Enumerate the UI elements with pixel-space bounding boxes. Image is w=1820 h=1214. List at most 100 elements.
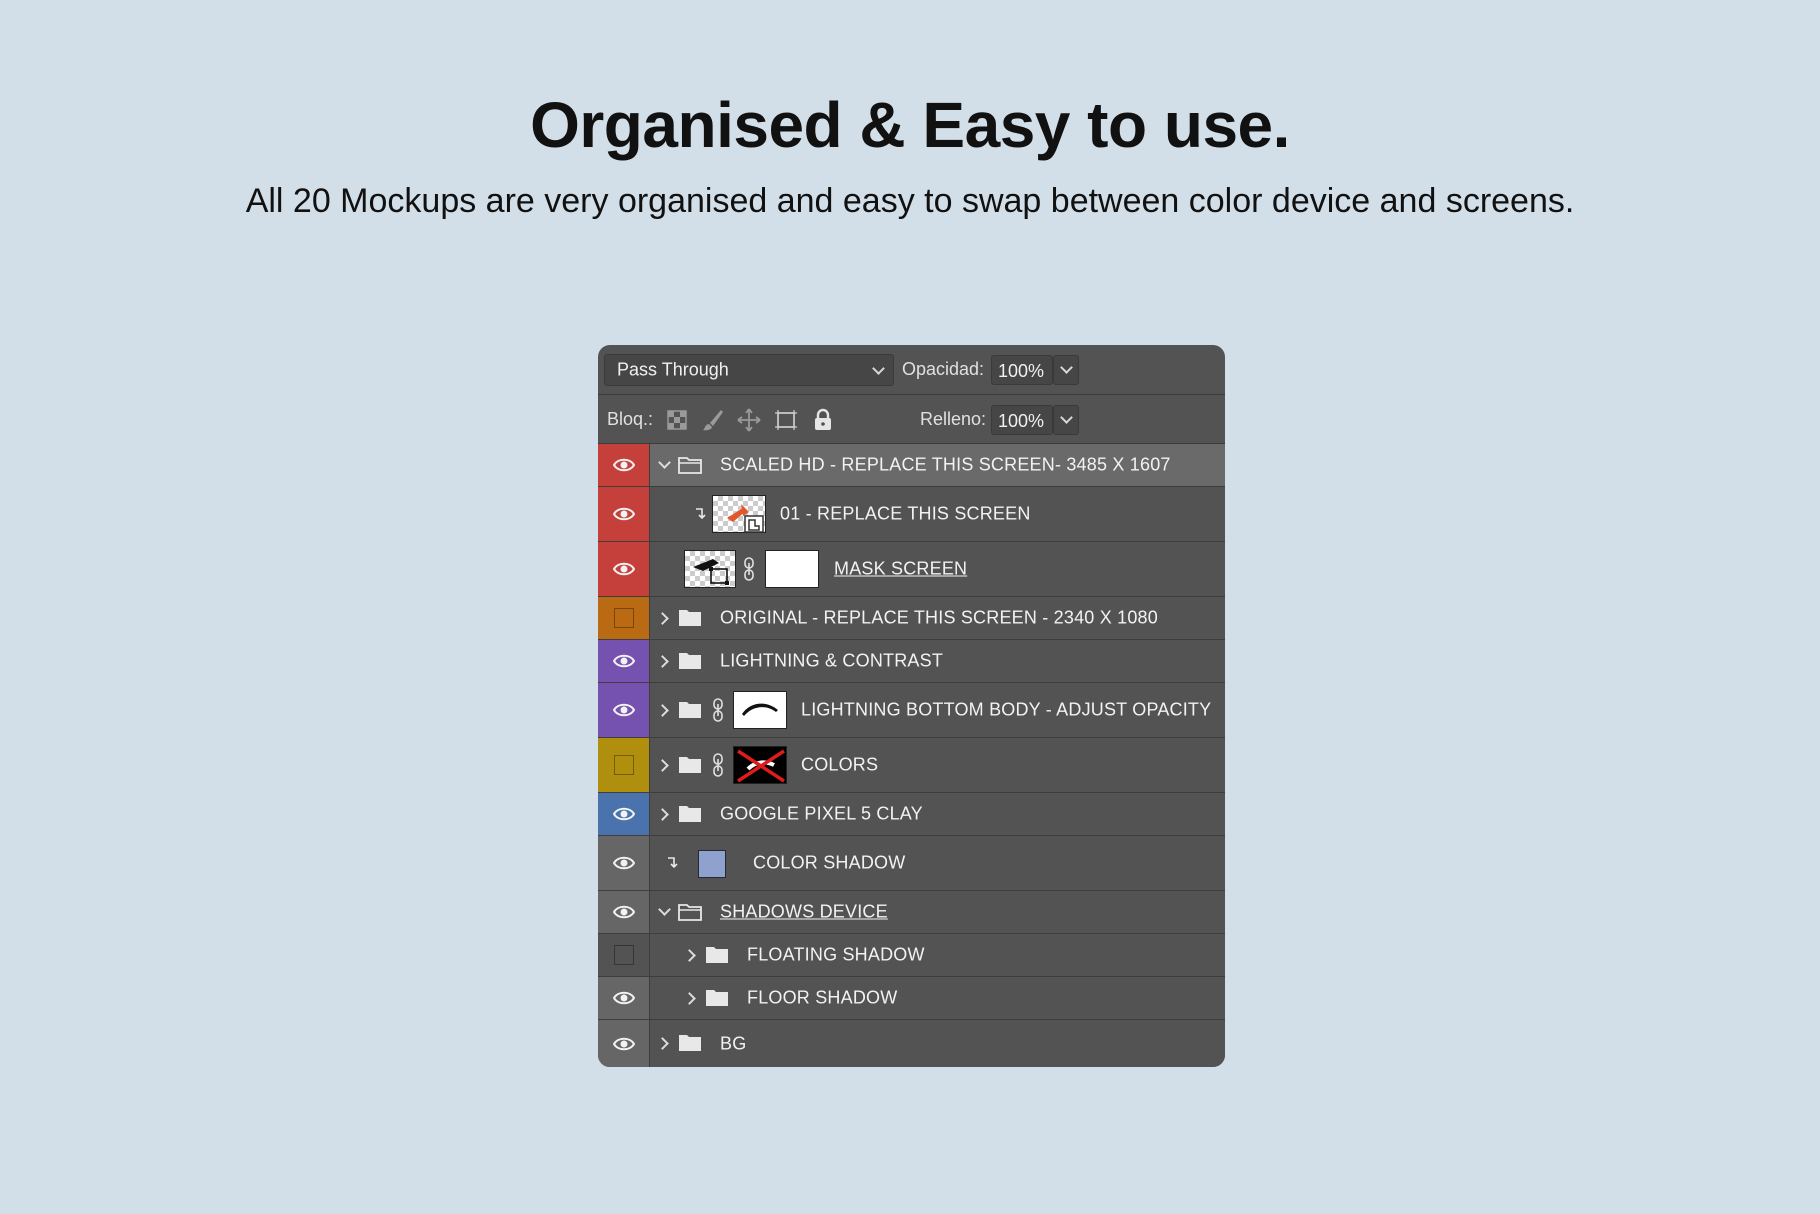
eye-icon[interactable] [613,904,635,920]
expand-toggle-icon[interactable] [658,903,671,916]
clipping-mask-icon [696,508,706,520]
hidden-visibility-box[interactable] [614,608,634,628]
expand-toggle-icon[interactable] [656,1037,669,1050]
layer-row[interactable]: GOOGLE PIXEL 5 CLAY [598,793,1225,836]
visibility-cell[interactable] [598,640,650,682]
layer-name: GOOGLE PIXEL 5 CLAY [720,803,923,824]
folder-icon [706,990,728,1006]
folder-icon [679,1035,701,1051]
layer-row[interactable]: MASK SCREEN [598,542,1225,597]
layer-row[interactable]: BG [598,1020,1225,1067]
expand-toggle-icon[interactable] [656,808,669,821]
color-fill-swatch[interactable] [698,850,726,878]
opacity-label: Opacidad: [902,359,985,379]
eye-icon[interactable] [613,457,635,473]
link-icon[interactable] [743,557,755,581]
lock-toolbar: Bloq.: Relleno: 100% [598,395,1225,444]
expand-toggle-icon[interactable] [683,992,696,1005]
lock-transparent-icon[interactable] [664,407,690,433]
opacity-input[interactable]: 100% [991,355,1053,385]
layer-name: SHADOWS DEVICE [720,901,888,922]
hidden-visibility-box[interactable] [614,755,634,775]
layer-row[interactable]: COLORS [598,738,1225,793]
chevron-down-icon [872,362,885,375]
eye-icon[interactable] [613,990,635,1006]
layer-name: ORIGINAL - REPLACE THIS SCREEN - 2340 X … [720,607,1158,628]
lock-artboard-icon[interactable] [773,407,799,433]
eye-icon[interactable] [613,1036,635,1052]
lock-label: Bloq.: [607,409,654,429]
expand-toggle-icon[interactable] [656,704,669,717]
folder-icon [679,610,701,626]
page-heading: Organised & Easy to use. [530,89,1290,161]
visibility-cell[interactable] [598,444,650,486]
eye-icon[interactable] [613,653,635,669]
eye-icon[interactable] [613,702,635,718]
layer-row[interactable]: SHADOWS DEVICE [598,891,1225,934]
visibility-cell[interactable] [598,977,650,1019]
layer-name: COLORS [801,754,879,775]
opacity-dropdown-button[interactable] [1053,355,1079,385]
layer-row[interactable]: LIGHTNING & CONTRAST [598,640,1225,683]
eye-icon[interactable] [613,506,635,522]
layer-name: FLOATING SHADOW [747,944,925,965]
layer-name: LIGHTNING & CONTRAST [720,650,944,671]
expand-toggle-icon[interactable] [656,759,669,772]
expand-toggle-icon[interactable] [656,655,669,668]
visibility-cell[interactable] [598,891,650,933]
layer-row[interactable]: ORIGINAL - REPLACE THIS SCREEN - 2340 X … [598,597,1225,640]
lock-move-icon[interactable] [736,407,762,433]
chevron-down-icon [1060,411,1073,424]
layer-row[interactable]: FLOATING SHADOW [598,934,1225,977]
eye-icon[interactable] [613,855,635,871]
visibility-cell[interactable] [598,793,650,835]
clipping-mask-icon [668,857,678,869]
expand-toggle-icon[interactable] [683,949,696,962]
visibility-cell[interactable] [598,738,650,792]
fill-value: 100% [998,411,1045,431]
eye-icon[interactable] [613,806,635,822]
eye-icon[interactable] [613,561,635,577]
folder-icon [679,806,701,822]
visibility-cell[interactable] [598,934,650,976]
visibility-cell[interactable] [598,683,650,737]
layer-mask-thumbnail[interactable] [765,550,819,588]
layer-name: LIGHTNING BOTTOM BODY - ADJUST OPACITY [801,699,1212,720]
layers-panel: Pass Through Opacidad: 100% Bloq.: Relle… [598,345,1225,1067]
folder-icon [679,702,701,718]
layer-name: 01 - REPLACE THIS SCREEN [780,503,1031,524]
layer-mask-thumbnail[interactable] [733,691,787,729]
link-icon[interactable] [712,753,724,777]
smart-object-thumbnail[interactable] [712,495,766,533]
visibility-cell[interactable] [598,836,650,890]
layer-row[interactable]: SCALED HD - REPLACE THIS SCREEN- 3485 X … [598,444,1225,487]
visibility-cell[interactable] [598,1020,650,1067]
layer-name: SCALED HD - REPLACE THIS SCREEN- 3485 X … [720,454,1171,475]
folder-open-icon [678,457,702,474]
visibility-cell[interactable] [598,487,650,541]
blend-mode-value: Pass Through [617,359,729,380]
folder-icon [679,757,701,773]
layer-row[interactable]: COLOR SHADOW [598,836,1225,891]
expand-toggle-icon[interactable] [658,456,671,469]
layer-row[interactable]: FLOOR SHADOW [598,977,1225,1020]
lock-paint-icon[interactable] [700,407,726,433]
disabled-mask-thumbnail[interactable] [733,746,787,784]
fill-dropdown-button[interactable] [1053,405,1079,435]
lock-all-icon[interactable] [810,407,836,433]
link-icon[interactable] [712,698,724,722]
fill-input[interactable]: 100% [991,405,1053,435]
expand-toggle-icon[interactable] [656,612,669,625]
hidden-visibility-box[interactable] [614,945,634,965]
blend-mode-select[interactable]: Pass Through [604,354,894,386]
visibility-cell[interactable] [598,542,650,596]
layer-thumbnail[interactable] [684,550,736,588]
layer-row[interactable]: LIGHTNING BOTTOM BODY - ADJUST OPACITY [598,683,1225,738]
folder-icon [706,947,728,963]
layer-name: COLOR SHADOW [753,852,906,873]
layer-name: BG [720,1033,747,1053]
folder-open-icon [678,904,702,921]
layer-row[interactable]: 01 - REPLACE THIS SCREEN [598,487,1225,542]
visibility-cell[interactable] [598,597,650,639]
chevron-down-icon [1060,361,1073,374]
